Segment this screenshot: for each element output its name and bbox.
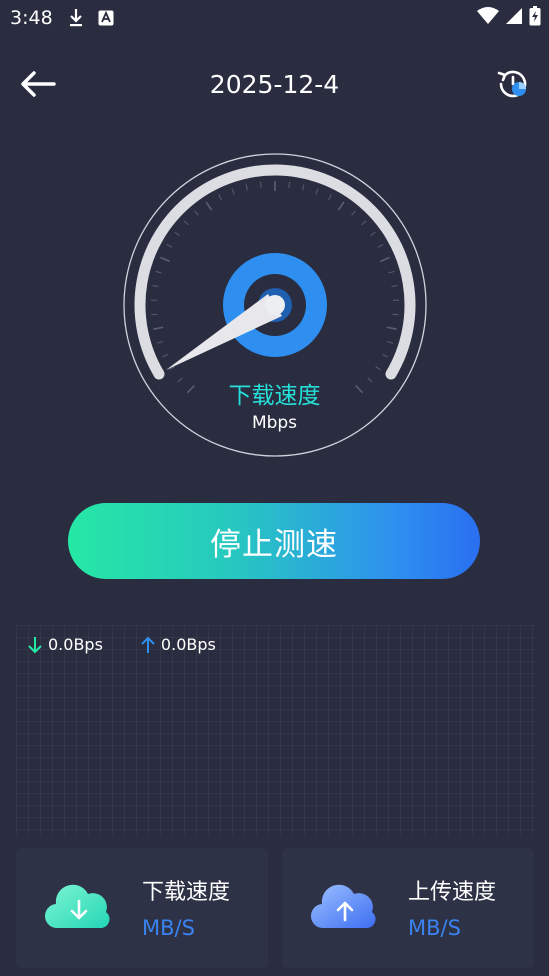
upload-card-title: 上传速度 (408, 880, 497, 905)
upload-readout: 0.0Bps (141, 635, 216, 654)
gauge-tick (245, 184, 248, 191)
gauge-tick (153, 326, 164, 330)
download-card-unit: MB/S (142, 916, 195, 940)
download-speed-value: 0.0Bps (48, 635, 103, 654)
history-button[interactable] (495, 66, 531, 102)
status-time: 3:48 (10, 7, 53, 29)
gauge-tick (166, 243, 173, 248)
gauge-label: 下载速度 (228, 383, 321, 409)
gauge-tick (288, 181, 291, 188)
signal-icon (505, 7, 523, 29)
gauge-tick (351, 210, 356, 216)
gauge-tick (174, 231, 180, 237)
gauge-tick (391, 285, 398, 288)
gauge-tick (388, 270, 395, 274)
gauge-tick (328, 194, 332, 201)
cloud-download-icon (44, 884, 110, 929)
download-readout: 0.0Bps (28, 635, 103, 654)
gauge-tick (218, 194, 222, 201)
upload-card-unit: MB/S (408, 916, 461, 940)
gauge-tick (361, 220, 367, 226)
download-notification-icon (68, 8, 84, 32)
gauge-tick (386, 326, 397, 330)
gauge-tick (315, 188, 319, 195)
gauge-tick (205, 201, 213, 211)
cloud-upload-icon (310, 884, 376, 929)
gauge-tick (380, 256, 390, 263)
status-bar: 3:48 (0, 0, 549, 38)
gauge-tick (370, 231, 376, 237)
wifi-icon (477, 7, 499, 29)
gauge-tick (160, 256, 170, 263)
gauge-tick (375, 366, 381, 371)
gauge-tick (162, 353, 169, 358)
gauge-tick (302, 184, 305, 191)
app-notification-icon (98, 10, 114, 30)
gauge-tick (259, 181, 262, 188)
download-speed-card: 下载速度 MB/S (16, 848, 268, 968)
upload-speed-card: 上传速度 MB/S (282, 848, 534, 968)
gauge-tick (381, 353, 388, 358)
gauge-tick (152, 285, 159, 288)
gauge-tick (155, 270, 162, 274)
battery-charging-icon (529, 6, 541, 30)
gauge-tick (156, 340, 163, 344)
header: 2025-12-4 (0, 60, 549, 110)
gauge-tick (183, 220, 189, 226)
gauge-tick (377, 243, 384, 248)
page-title: 2025-12-4 (209, 70, 340, 99)
arrow-down-icon (28, 636, 42, 653)
speed-graph (16, 625, 534, 835)
speed-readouts: 0.0Bps 0.0Bps (28, 635, 216, 654)
download-card-title: 下载速度 (142, 880, 231, 905)
gauge-tick (231, 188, 235, 195)
upload-speed-value: 0.0Bps (160, 635, 216, 654)
gauge-tick (194, 210, 199, 216)
gauge-tick (387, 340, 394, 344)
gauge-unit: Mbps (251, 413, 298, 433)
arrow-up-icon (141, 636, 155, 653)
gauge-tick (337, 201, 345, 211)
history-icon (497, 70, 527, 98)
stop-test-button[interactable]: 停止测速 (68, 503, 480, 579)
